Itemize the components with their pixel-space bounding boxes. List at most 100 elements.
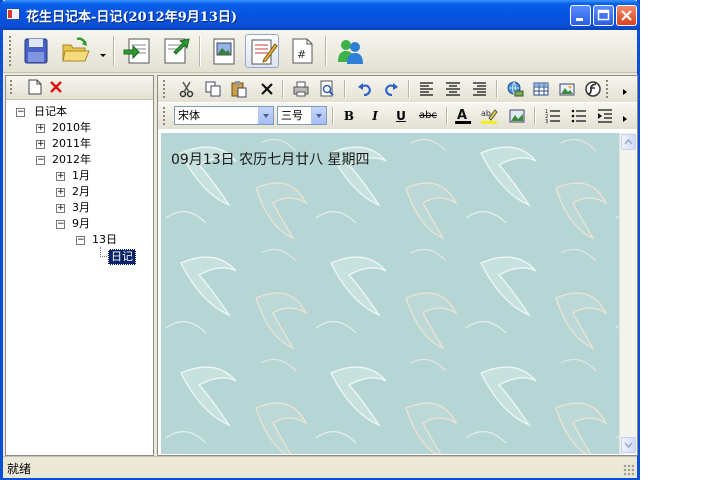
delete-icon[interactable] <box>258 80 276 98</box>
cut-icon[interactable] <box>178 80 196 98</box>
undo-icon[interactable] <box>356 80 374 98</box>
users-icon[interactable] <box>333 34 367 68</box>
expand-icon[interactable]: + <box>36 124 45 133</box>
redo-icon[interactable] <box>382 80 400 98</box>
minimize-button[interactable] <box>570 5 591 26</box>
diary-content-text[interactable]: 09月13日 农历七月廿八 星期四 <box>171 149 370 169</box>
toolbar-separator <box>344 80 346 98</box>
insert-image-icon[interactable] <box>558 80 576 98</box>
status-bar: 就绪 <box>3 456 637 478</box>
align-right-icon[interactable] <box>470 80 488 98</box>
font-size-select[interactable]: 三号 <box>277 106 327 125</box>
app-icon[interactable] <box>6 8 20 20</box>
background-image-icon[interactable] <box>508 107 526 125</box>
open-folder-icon[interactable] <box>59 34 93 68</box>
tree-node-label: 13日 <box>92 233 117 246</box>
indent-icon[interactable] <box>596 107 614 125</box>
scroll-down-arrow[interactable] <box>621 437 636 453</box>
open-dropdown-arrow[interactable] <box>99 48 107 57</box>
expand-icon[interactable]: + <box>56 188 65 197</box>
toolbar-separator <box>496 80 498 98</box>
collapse-icon[interactable]: − <box>16 108 25 117</box>
tree-toolbar <box>6 76 153 100</box>
edit-toolbar <box>158 76 637 102</box>
delete-icon[interactable] <box>49 80 63 94</box>
toolbar-separator <box>325 36 327 66</box>
align-center-icon[interactable] <box>444 80 462 98</box>
bullet-list-icon[interactable] <box>570 107 588 125</box>
copy-icon[interactable] <box>204 80 222 98</box>
import-icon[interactable] <box>121 34 155 68</box>
editor-scrollbar[interactable] <box>619 133 637 454</box>
tree-node-label: 9月 <box>72 217 90 230</box>
title-bar[interactable]: 花生日记本-日记(2012年9月13日) <box>0 0 640 30</box>
export-icon[interactable] <box>159 34 193 68</box>
font-family-value: 宋体 <box>178 109 200 122</box>
editor-background-pattern <box>161 133 619 454</box>
toolbar-grip[interactable] <box>163 107 165 125</box>
main-toolbar: # <box>3 30 637 73</box>
more-tools-icon[interactable] <box>622 112 628 122</box>
underline-button[interactable]: U <box>392 107 410 125</box>
bold-button[interactable]: B <box>340 107 358 125</box>
numbered-list-icon[interactable]: 123 <box>544 107 562 125</box>
number-page-icon[interactable]: # <box>285 34 319 68</box>
expand-icon[interactable]: + <box>36 140 45 149</box>
chevron-down-icon[interactable] <box>311 107 326 124</box>
hyperlink-icon[interactable] <box>506 80 524 98</box>
svg-text:3: 3 <box>545 119 548 125</box>
toolbar-grip[interactable] <box>9 36 11 66</box>
format-toolbar: 宋体 三号 B I U abc A ab 123 <box>158 103 637 129</box>
toolbar-separator <box>199 36 201 66</box>
tree-node-label: 1月 <box>72 169 90 182</box>
maximize-button[interactable] <box>593 5 614 26</box>
editor-pane: 宋体 三号 B I U abc A ab 123 09月13日 农历七月廿八 星… <box>157 75 638 456</box>
toolbar-separator <box>446 107 448 125</box>
tree-node-label: 2011年 <box>52 137 91 150</box>
toolbar-grip[interactable] <box>10 80 12 95</box>
collapse-icon[interactable]: − <box>76 236 85 245</box>
toolbar-grip[interactable] <box>606 80 608 98</box>
flash-icon[interactable] <box>584 80 602 98</box>
edit-note-icon[interactable] <box>245 34 279 68</box>
strikethrough-button[interactable]: abc <box>416 107 440 125</box>
tree-node-label: 2月 <box>72 185 90 198</box>
collapse-icon[interactable]: − <box>36 156 45 165</box>
italic-button[interactable]: I <box>366 107 384 125</box>
font-color-icon[interactable]: A <box>454 107 472 125</box>
chevron-down-icon[interactable] <box>258 107 273 124</box>
toolbar-separator <box>113 36 115 66</box>
font-family-select[interactable]: 宋体 <box>174 106 274 125</box>
tree-node-label: 日记本 <box>34 105 67 118</box>
font-size-value: 三号 <box>281 109 303 122</box>
align-left-icon[interactable] <box>418 80 436 98</box>
picture-view-icon[interactable] <box>207 34 241 68</box>
save-icon[interactable] <box>19 34 53 68</box>
toolbar-separator <box>282 80 284 98</box>
tree-pane: − 日记本 + 2010年 + 2011年 − 2012年 + 1月 + 2月 <box>5 75 154 456</box>
scroll-up-arrow[interactable] <box>621 134 636 150</box>
highlight-icon[interactable]: ab <box>480 107 498 125</box>
app-window: 花生日记本-日记(2012年9月13日) # − 日记本 + 2010年 + 2… <box>0 0 640 480</box>
window-title: 花生日记本-日记(2012年9月13日) <box>26 10 238 25</box>
diary-editor[interactable]: 09月13日 农历七月廿八 星期四 <box>161 133 619 454</box>
print-preview-icon[interactable] <box>318 80 336 98</box>
toolbar-separator <box>332 107 334 125</box>
new-page-icon[interactable] <box>28 79 42 95</box>
tree-node-label: 3月 <box>72 201 90 214</box>
print-icon[interactable] <box>292 80 310 98</box>
svg-text:A: A <box>457 108 467 123</box>
expand-icon[interactable]: + <box>56 204 65 213</box>
toolbar-separator <box>408 80 410 98</box>
status-text: 就绪 <box>7 462 32 476</box>
toolbar-grip[interactable] <box>163 80 165 98</box>
close-button[interactable] <box>616 5 637 26</box>
tree-node-label-selected: 日记 <box>108 249 136 265</box>
resize-grip[interactable] <box>623 464 635 476</box>
expand-icon[interactable]: + <box>56 172 65 181</box>
tree-node-label: 2012年 <box>52 153 91 166</box>
collapse-icon[interactable]: − <box>56 220 65 229</box>
table-icon[interactable] <box>532 80 550 98</box>
paste-icon[interactable] <box>230 80 248 98</box>
more-tools-icon[interactable] <box>622 85 628 95</box>
